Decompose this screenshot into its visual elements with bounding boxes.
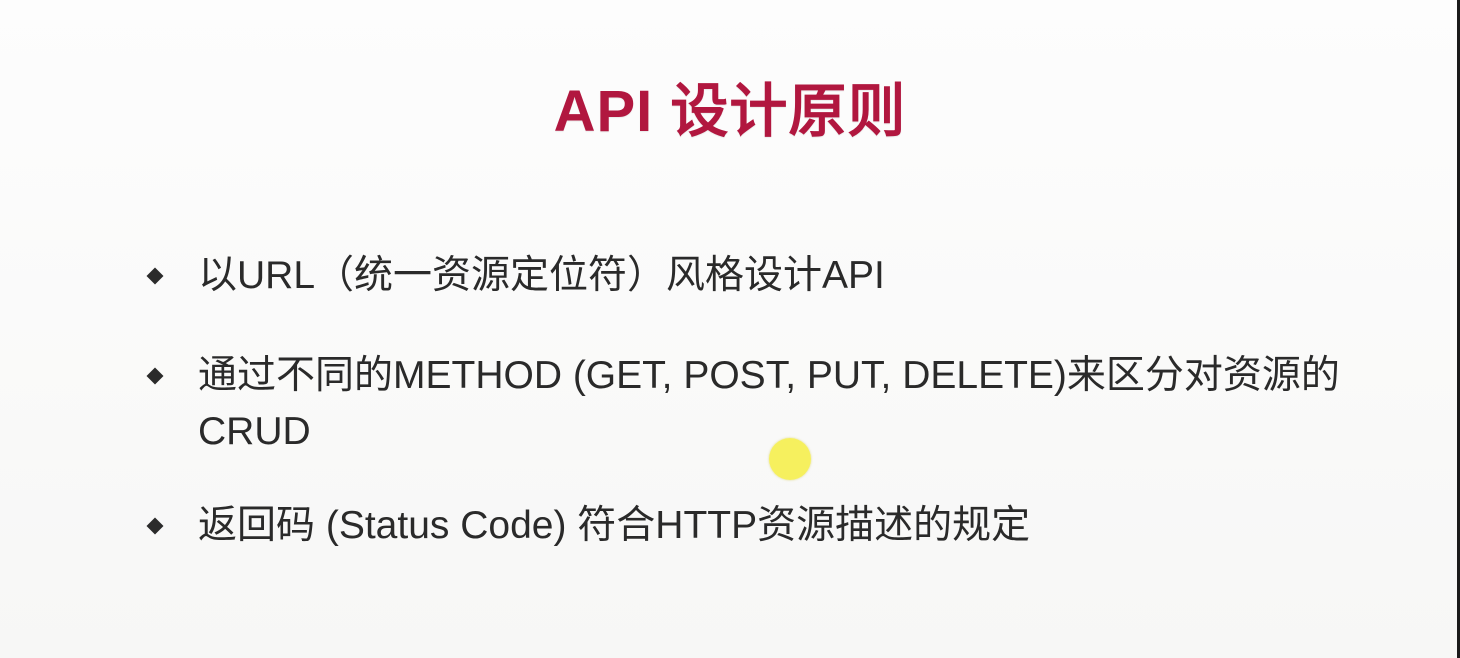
presentation-slide: API 设计原则 以URL（统一资源定位符）风格设计API 通过不同的METHO… [0,0,1460,658]
bullet-text-http-methods: 通过不同的METHOD (GET, POST, PUT, DELETE)来区分对… [198,354,1340,453]
bullet-item-status-code: 返回码 (Status Code) 符合HTTP资源描述的规定 [144,498,1444,554]
bullet-text-url-style: 以URL（统一资源定位符）风格设计API [198,254,885,297]
diamond-icon [144,265,166,287]
bullet-item-url-style: 以URL（统一资源定位符）风格设计API [144,248,1444,304]
cursor-highlight-icon [769,438,811,480]
diamond-icon [144,515,166,537]
bullet-text-status-code: 返回码 (Status Code) 符合HTTP资源描述的规定 [198,504,1031,547]
bullet-list: 以URL（统一资源定位符）风格设计API 通过不同的METHOD (GET, P… [0,0,1460,658]
diamond-icon [144,365,166,387]
